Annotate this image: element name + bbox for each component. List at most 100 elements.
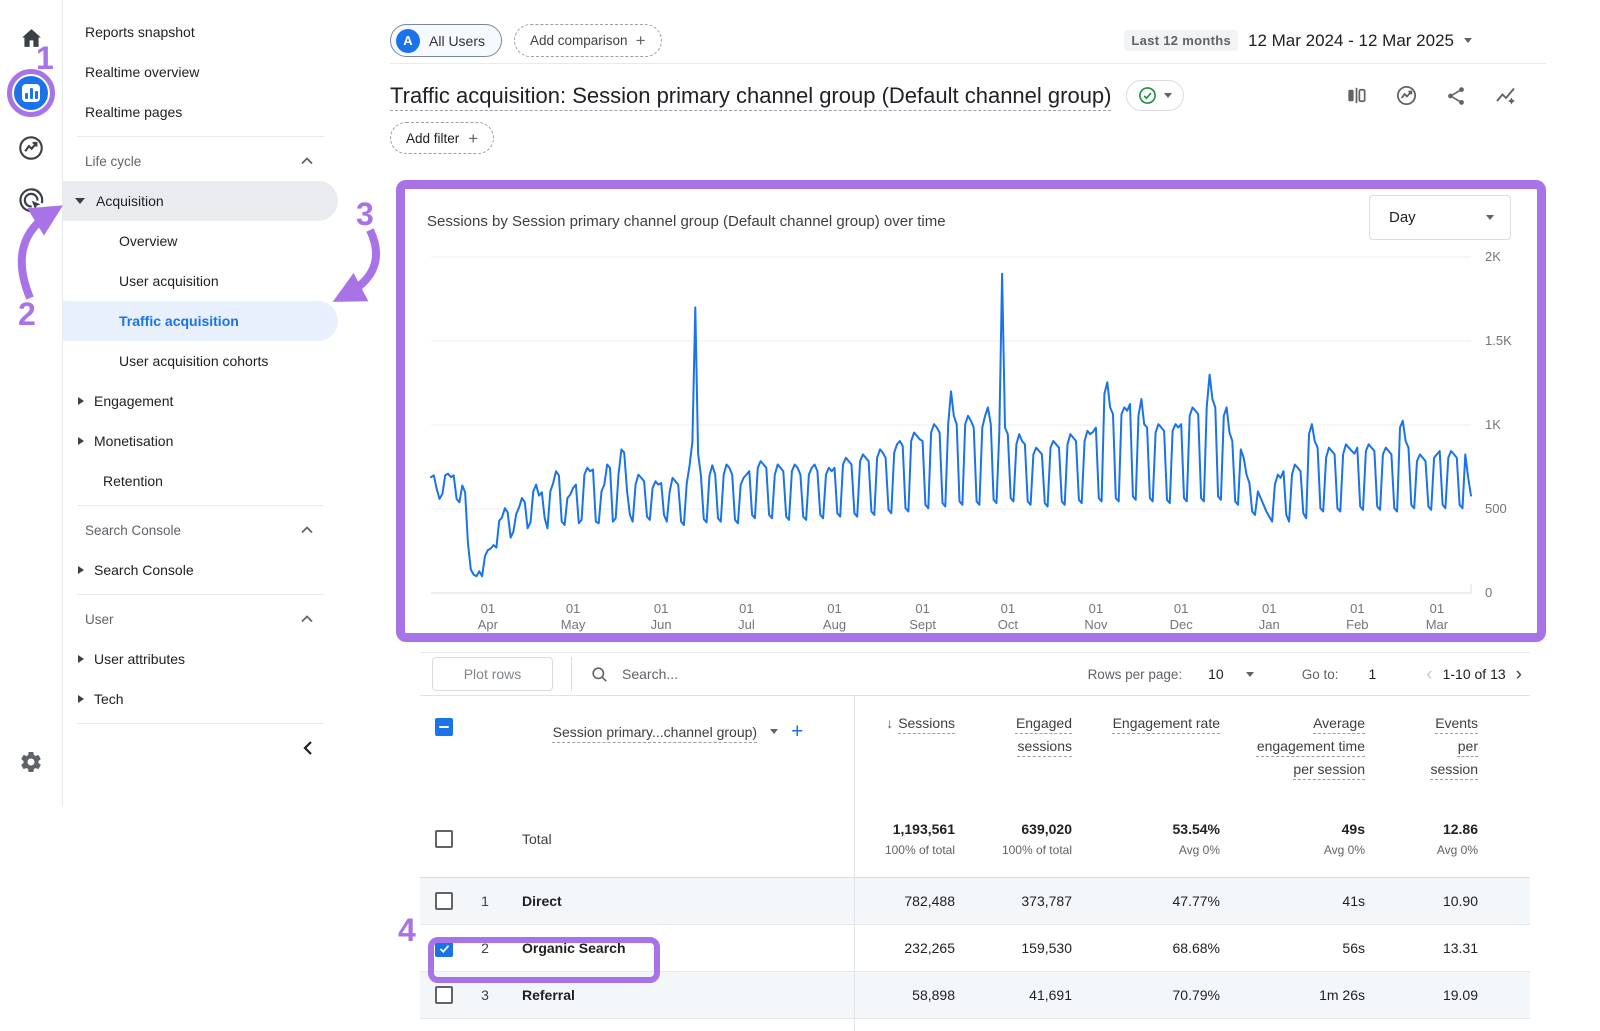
sidebar-item-user-acquisition[interactable]: User acquisition bbox=[63, 261, 338, 301]
share-icon[interactable] bbox=[1445, 85, 1467, 107]
total-events: 12.86 bbox=[1365, 821, 1478, 837]
collapsed-triangle-icon bbox=[78, 566, 84, 574]
svg-text:Feb: Feb bbox=[1346, 617, 1368, 632]
column-header-engaged-sessions[interactable]: Engaged sessions bbox=[955, 712, 1072, 758]
sidebar-divider bbox=[77, 505, 324, 506]
sidebar-item-realtime-pages[interactable]: Realtime pages bbox=[63, 92, 338, 132]
svg-text:500: 500 bbox=[1485, 501, 1507, 516]
svg-text:Sept: Sept bbox=[909, 617, 936, 632]
chevron-down-icon bbox=[1464, 38, 1472, 43]
advertising-icon[interactable] bbox=[0, 186, 62, 215]
select-all-checkbox[interactable] bbox=[435, 718, 453, 736]
chevron-down-icon bbox=[1486, 215, 1494, 220]
data-quality-badge[interactable] bbox=[1126, 80, 1184, 111]
chevron-down-icon[interactable] bbox=[770, 729, 778, 734]
sidebar-section-user[interactable]: User bbox=[63, 599, 338, 639]
column-header-avg-engagement-time[interactable]: Average engagement time per session bbox=[1220, 712, 1365, 781]
annotation-step-3: 3 bbox=[356, 196, 374, 233]
svg-text:01: 01 bbox=[739, 601, 753, 616]
cell-avg-time: 56s bbox=[1220, 940, 1365, 956]
row-checkbox[interactable] bbox=[435, 892, 453, 910]
row-checkbox[interactable] bbox=[435, 986, 453, 1004]
sidebar-item-label: Realtime pages bbox=[85, 104, 182, 120]
settings-gear-icon[interactable] bbox=[0, 750, 62, 774]
edit-comparisons-icon[interactable] bbox=[1345, 84, 1368, 107]
total-sessions-sub: 100% of total bbox=[854, 843, 955, 857]
column-header-events-per-session[interactable]: Events per session bbox=[1365, 712, 1478, 781]
cell-sessions: 232,265 bbox=[854, 940, 955, 956]
sidebar-section-search-console[interactable]: Search Console bbox=[63, 510, 338, 550]
sidebar-item-user-attributes[interactable]: User attributes bbox=[63, 639, 338, 679]
sidebar-item-tech[interactable]: Tech bbox=[63, 679, 338, 719]
bar-chart-icon bbox=[22, 84, 40, 102]
column-header-sessions[interactable]: ↓Sessions bbox=[854, 712, 955, 735]
rows-per-page-value[interactable]: 10 bbox=[1208, 666, 1224, 682]
cell-avg-time: 1m 26s bbox=[1220, 987, 1365, 1003]
dimension-column-header[interactable]: Session primary...channel group) bbox=[553, 724, 757, 740]
table-row-organic-search: 2 Organic Search 232,265 159,530 68.68% … bbox=[420, 925, 1530, 972]
granularity-select[interactable]: Day bbox=[1369, 195, 1511, 240]
reports-icon[interactable] bbox=[0, 76, 62, 110]
add-filter-label: Add filter bbox=[406, 131, 459, 146]
insights-icon[interactable] bbox=[1395, 84, 1418, 107]
chevron-up-icon bbox=[300, 612, 314, 627]
previous-page-icon[interactable]: ‹ bbox=[1422, 665, 1436, 684]
svg-text:Nov: Nov bbox=[1084, 617, 1108, 632]
add-dimension-icon[interactable]: + bbox=[791, 721, 803, 742]
home-icon[interactable] bbox=[0, 26, 62, 51]
cell-events: 10.90 bbox=[1365, 893, 1478, 909]
cell-engaged: 373,787 bbox=[955, 893, 1072, 909]
svg-text:01: 01 bbox=[566, 601, 580, 616]
section-label: User bbox=[85, 612, 114, 627]
row-checkbox-checked[interactable] bbox=[435, 939, 453, 957]
add-comparison-button[interactable]: Add comparison + bbox=[514, 24, 662, 57]
svg-text:Dec: Dec bbox=[1170, 617, 1194, 632]
date-range-picker[interactable]: Last 12 months 12 Mar 2024 - 12 Mar 2025 bbox=[1124, 30, 1530, 51]
sidebar-item-retention[interactable]: Retention bbox=[63, 461, 338, 501]
total-rate: 53.54% bbox=[1072, 821, 1220, 837]
row-checkbox[interactable] bbox=[435, 830, 453, 848]
sidebar-item-label: User acquisition cohorts bbox=[119, 353, 268, 369]
sidebar-item-acquisition[interactable]: Acquisition bbox=[63, 181, 338, 221]
sidebar-item-search-console[interactable]: Search Console bbox=[63, 550, 338, 590]
go-to-value[interactable]: 1 bbox=[1368, 666, 1376, 682]
sidebar-item-reports-snapshot[interactable]: Reports snapshot bbox=[63, 12, 338, 52]
table-row-direct: 1 Direct 782,488 373,787 47.77% 41s 10.9… bbox=[420, 878, 1530, 925]
next-page-icon[interactable]: › bbox=[1512, 665, 1526, 684]
sidebar-item-user-acquisition-cohorts[interactable]: User acquisition cohorts bbox=[63, 341, 338, 381]
plot-rows-button[interactable]: Plot rows bbox=[432, 657, 553, 691]
all-users-chip[interactable]: A All Users bbox=[390, 24, 502, 57]
page-title[interactable]: Traffic acquisition: Session primary cha… bbox=[390, 83, 1112, 109]
sidebar-item-overview[interactable]: Overview bbox=[63, 221, 338, 261]
avatar: A bbox=[396, 29, 420, 53]
sidebar-item-monetisation[interactable]: Monetisation bbox=[63, 421, 338, 461]
svg-text:May: May bbox=[561, 617, 586, 632]
sidebar-section-life-cycle[interactable]: Life cycle bbox=[63, 141, 338, 181]
svg-text:Jul: Jul bbox=[738, 617, 755, 632]
total-avg-time: 49s bbox=[1220, 821, 1365, 837]
sidebar-item-realtime-overview[interactable]: Realtime overview bbox=[63, 52, 338, 92]
sidebar-item-label: Monetisation bbox=[94, 433, 173, 449]
comparison-bar: A All Users Add comparison + Last 12 mon… bbox=[390, 24, 1530, 57]
svg-text:01: 01 bbox=[915, 601, 929, 616]
sidebar-item-traffic-acquisition-selected[interactable]: Traffic acquisition bbox=[63, 301, 338, 341]
total-rate-sub: Avg 0% bbox=[1072, 843, 1220, 857]
cell-avg-time: 41s bbox=[1220, 893, 1365, 909]
row-number: 2 bbox=[468, 940, 502, 956]
table-controls: Plot rows Search... Rows per page: 10 Go… bbox=[420, 652, 1530, 696]
table-total-row: Total 1,193,561100% of total 639,020100%… bbox=[420, 800, 1530, 878]
collapsed-triangle-icon bbox=[78, 695, 84, 703]
svg-text:01: 01 bbox=[1262, 601, 1276, 616]
table-search-input[interactable]: Search... bbox=[590, 665, 678, 684]
svg-text:1K: 1K bbox=[1485, 417, 1501, 432]
sessions-line-chart[interactable]: 05001K1.5K2K01Apr01May01Jun01Jul01Aug01S… bbox=[423, 247, 1527, 635]
sidebar-item-engagement[interactable]: Engagement bbox=[63, 381, 338, 421]
svg-text:Aug: Aug bbox=[823, 617, 846, 632]
collapsed-triangle-icon bbox=[78, 437, 84, 445]
collapse-sidebar-icon[interactable] bbox=[300, 739, 316, 762]
explore-icon[interactable] bbox=[0, 134, 62, 162]
chevron-down-icon[interactable] bbox=[1246, 672, 1254, 677]
sparkline-insights-icon[interactable] bbox=[1494, 84, 1518, 108]
add-filter-button[interactable]: Add filter + bbox=[390, 122, 494, 154]
column-header-engagement-rate[interactable]: Engagement rate bbox=[1072, 712, 1220, 735]
